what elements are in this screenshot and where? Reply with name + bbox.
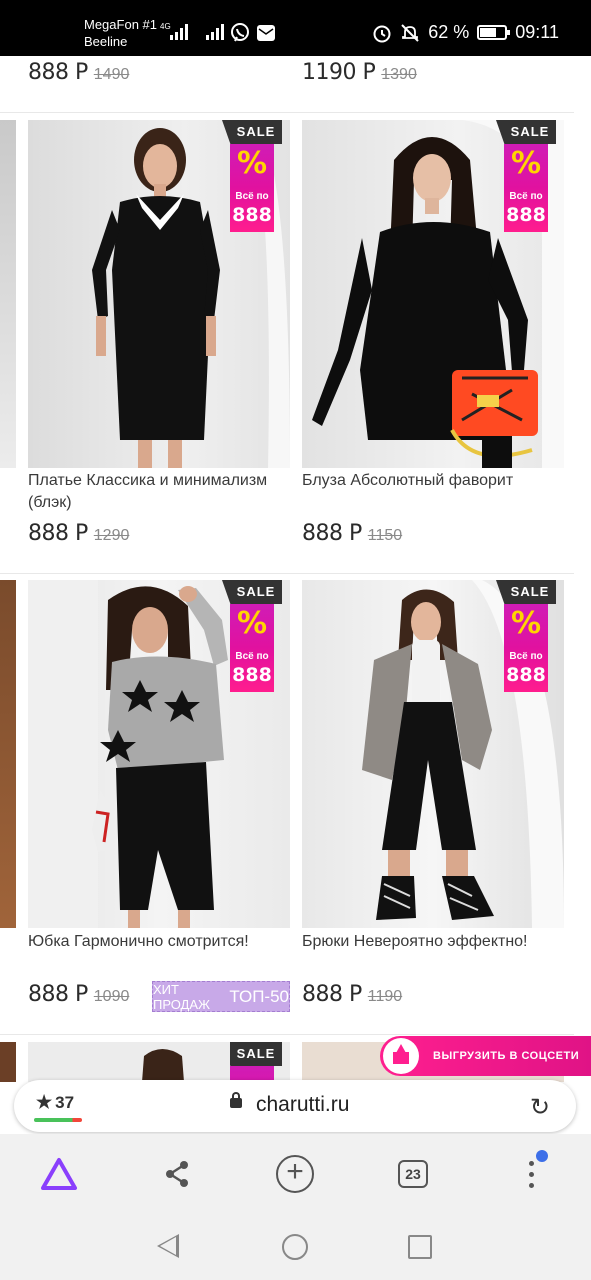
carrier-name-1: MegaFon #1: [84, 17, 157, 32]
home-icon[interactable]: [282, 1234, 308, 1260]
row-divider: [0, 112, 574, 113]
sale-badge: SALE % Всё по 888: [496, 580, 556, 698]
site-rating[interactable]: ★ 37: [36, 1092, 74, 1113]
export-to-social-button[interactable]: ВЫГРУЗИТЬ В СОЦСЕТИ: [380, 1036, 591, 1076]
upload-icon: [383, 1038, 419, 1074]
sale-badge: SALE % Всё по 888: [222, 580, 282, 698]
new-tab-button[interactable]: +: [270, 1134, 320, 1214]
alice-assistant-button[interactable]: [34, 1134, 84, 1214]
old-price: 1390: [381, 66, 417, 83]
sale-badge: SALE: [230, 1042, 282, 1082]
export-to-social-label: ВЫГРУЗИТЬ В СОЦСЕТИ: [433, 1050, 580, 1062]
plus-icon: +: [276, 1155, 314, 1193]
rating-value: 37: [55, 1092, 75, 1112]
carrier-name-2: Beeline: [84, 34, 128, 49]
price: 888 Р: [28, 982, 88, 1007]
sale-price: 888: [506, 664, 546, 686]
sale-label: SALE: [236, 1046, 276, 1061]
price: 888 Р: [28, 521, 88, 546]
battery-percent: 62 %: [428, 22, 470, 42]
product-name[interactable]: Юбка Гармонично смотрится!: [28, 931, 290, 953]
product-name[interactable]: Брюки Невероятно эффектно!: [302, 931, 564, 953]
product-name[interactable]: Блуза Абсолютный фаворит: [302, 470, 564, 492]
carrier-info: MegaFon #1 Beeline: [84, 16, 157, 50]
screen: MegaFon #1 Beeline 4G 62 % 09:11 888 Р 1…: [0, 0, 591, 1280]
price: 1190 Р: [302, 60, 376, 85]
percent-icon: %: [510, 146, 542, 181]
browser-toolbar: + 23: [0, 1134, 591, 1214]
viber-icon: [231, 23, 249, 42]
star-icon: ★: [36, 1092, 53, 1112]
signal-icon-2: [206, 24, 224, 40]
mute-bell-icon: [401, 23, 419, 42]
percent-icon: %: [236, 146, 268, 181]
status-right: 62 % 09:11: [372, 22, 559, 43]
sale-badge: SALE % Всё по 888: [496, 120, 556, 238]
battery-icon: [477, 25, 511, 40]
prev-right-price-row: 1190 Р 1390: [302, 60, 417, 85]
share-button[interactable]: [152, 1134, 202, 1214]
prev-product-edge[interactable]: [0, 580, 16, 928]
row-divider: [0, 1034, 574, 1035]
price: 888 Р: [28, 60, 88, 85]
product-price-row: 888 Р 1190: [302, 982, 402, 1007]
sale-label: SALE: [236, 584, 276, 599]
bestseller-label: ХИТ ПРОДАЖ: [153, 981, 211, 1012]
sale-price: 888: [506, 204, 546, 226]
sale-small-text: Всё по: [509, 191, 543, 202]
rating-bar: [34, 1118, 82, 1122]
more-vert-icon: [528, 1160, 534, 1188]
signal-icon-1: [170, 24, 188, 40]
bestseller-badge: ХИТ ПРОДАЖ ТОП-50: [152, 981, 290, 1012]
old-price: 1290: [93, 527, 130, 544]
status-bar: MegaFon #1 Beeline 4G 62 % 09:11: [0, 0, 591, 56]
row-divider: [0, 573, 574, 574]
percent-icon: %: [236, 606, 268, 641]
sale-label: SALE: [236, 124, 276, 139]
percent-icon: %: [510, 606, 542, 641]
sale-price: 888: [232, 664, 272, 686]
system-nav-bar: [0, 1214, 591, 1280]
top-label: ТОП-50: [229, 986, 289, 1006]
product-price-row: 888 Р 1090: [28, 982, 129, 1007]
reload-icon[interactable]: ↻: [530, 1093, 550, 1122]
price: 888 Р: [302, 982, 362, 1007]
sale-small-text: Всё по: [509, 651, 543, 662]
prev-product-edge[interactable]: [0, 120, 16, 468]
notification-dot: [536, 1150, 548, 1162]
menu-button[interactable]: [506, 1134, 556, 1214]
share-icon: [166, 1161, 188, 1187]
product-name[interactable]: Платье Классика и минимализм (блэк): [28, 470, 278, 514]
recents-icon[interactable]: [408, 1235, 432, 1259]
old-price: 1490: [93, 66, 130, 83]
back-icon[interactable]: [157, 1234, 179, 1258]
tabs-button[interactable]: 23: [388, 1134, 438, 1214]
old-price: 1090: [93, 988, 130, 1005]
price: 888 Р: [302, 521, 362, 546]
clock: 09:11: [515, 22, 559, 42]
sale-label: SALE: [510, 584, 550, 599]
prev-left-price-row: 888 Р 1490: [28, 60, 129, 85]
old-price: 1150: [367, 527, 403, 544]
sale-small-text: Всё по: [235, 651, 269, 662]
url-text[interactable]: charutti.ru: [256, 1093, 349, 1117]
tab-count: 23: [398, 1160, 428, 1188]
old-price: 1190: [367, 988, 403, 1005]
prev-product-edge[interactable]: [0, 1042, 16, 1082]
sale-price: 888: [232, 204, 272, 226]
address-bar[interactable]: ★ 37 charutti.ru ↻: [14, 1080, 576, 1132]
sale-badge: SALE % Всё по 888: [222, 120, 282, 238]
alarm-icon: [373, 25, 391, 42]
lock-icon: [230, 1092, 242, 1108]
product-price-row: 888 Р 1290: [28, 521, 129, 546]
sale-label: SALE: [510, 124, 550, 139]
product-price-row: 888 Р 1150: [302, 521, 402, 546]
alice-icon: [41, 1158, 77, 1190]
huawei-mail-icon: [257, 25, 275, 41]
sale-small-text: Всё по: [235, 191, 269, 202]
